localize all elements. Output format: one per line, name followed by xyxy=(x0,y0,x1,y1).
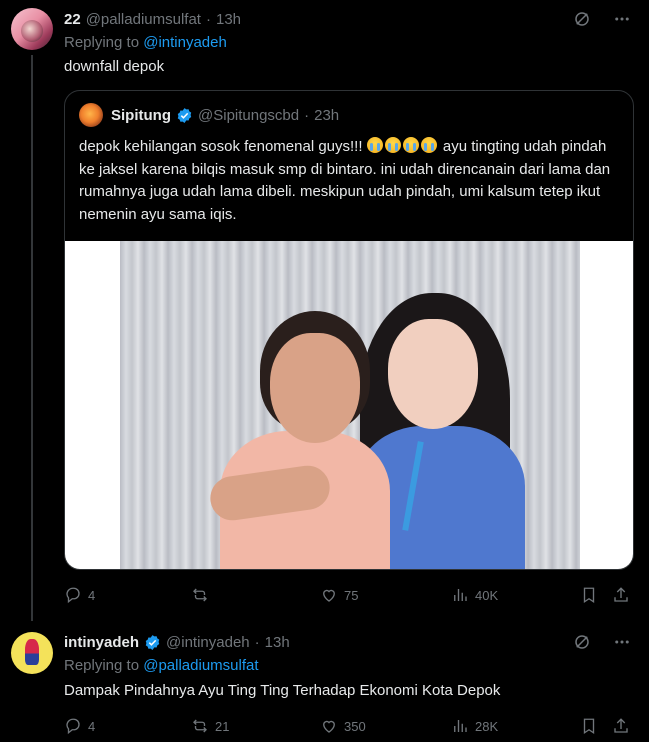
quoted-text-part1: depok kehilangan sosok fenomenal guys!!! xyxy=(79,138,363,155)
replying-to-mention[interactable]: @intinyadeh xyxy=(143,34,227,51)
quoted-tweet[interactable]: Sipitung @Sipitungscbd · 23h depok kehil… xyxy=(64,90,634,570)
grok-icon[interactable] xyxy=(573,633,591,656)
views-count: 40K xyxy=(475,587,499,603)
quoted-timestamp[interactable]: 23h xyxy=(314,107,339,124)
like-button[interactable]: 75 xyxy=(320,585,358,605)
tweet-top-icons xyxy=(573,10,631,33)
reply-count: 4 xyxy=(88,587,96,603)
bookmark-icon xyxy=(583,718,595,735)
reply-icon xyxy=(66,587,80,604)
verified-badge-icon xyxy=(145,634,160,650)
replying-to: Replying to @palladiumsulfat xyxy=(64,657,259,674)
thread-connector-line xyxy=(31,55,33,621)
loudly-crying-face-icon xyxy=(384,137,401,153)
tweet-header: 22 @palladiumsulfat · 13h xyxy=(64,9,241,29)
reply-button[interactable]: 4 xyxy=(64,585,95,605)
share-icon xyxy=(614,587,628,602)
share-button[interactable] xyxy=(612,585,630,605)
quoted-avatar[interactable] xyxy=(79,103,103,127)
replying-to-label: Replying to xyxy=(64,657,140,674)
quoted-header: Sipitung @Sipitungscbd · 23h xyxy=(111,105,339,125)
avatar[interactable] xyxy=(11,8,53,50)
share-icon xyxy=(614,718,628,733)
reply-icon xyxy=(66,718,80,735)
reply-count: 4 xyxy=(88,718,96,734)
tweet-actions: 4 21 350 28K xyxy=(64,716,634,736)
display-name[interactable]: 22 xyxy=(64,11,81,28)
bookmark-button[interactable] xyxy=(580,585,598,605)
repost-icon xyxy=(193,588,207,602)
analytics-icon xyxy=(454,589,467,601)
quoted-photo[interactable] xyxy=(120,241,580,569)
quoted-display-name[interactable]: Sipitung xyxy=(111,107,171,124)
heart-icon xyxy=(323,720,335,733)
repost-count: 21 xyxy=(215,718,230,734)
quoted-handle[interactable]: @Sipitungscbd xyxy=(198,107,299,124)
tweet-text: downfall depok xyxy=(64,58,165,75)
photo-shape xyxy=(388,319,478,429)
repost-button[interactable] xyxy=(191,585,215,605)
quoted-text: depok kehilangan sosok fenomenal guys!!!… xyxy=(79,136,619,226)
tweet-header: intinyadeh @intinyadeh · 13h xyxy=(64,632,290,652)
views-button[interactable]: 40K xyxy=(451,585,498,605)
replying-to-label: Replying to xyxy=(64,34,140,51)
like-count: 350 xyxy=(344,718,366,734)
more-icon[interactable] xyxy=(613,633,631,656)
verified-badge-icon xyxy=(177,107,192,123)
share-button[interactable] xyxy=(612,716,630,736)
quoted-media[interactable] xyxy=(65,241,633,569)
tweet-text: Dampak Pindahnya Ayu Ting Ting Terhadap … xyxy=(64,682,501,699)
replying-to: Replying to @intinyadeh xyxy=(64,34,227,51)
loudly-crying-face-icon xyxy=(366,137,383,153)
display-name[interactable]: intinyadeh xyxy=(64,634,139,651)
separator-dot: · xyxy=(205,10,211,28)
photo-shape xyxy=(270,333,360,443)
separator-dot: · xyxy=(254,633,260,651)
user-handle[interactable]: @intinyadeh xyxy=(166,634,250,651)
reply-button[interactable]: 4 xyxy=(64,716,95,736)
user-handle[interactable]: @palladiumsulfat xyxy=(86,11,201,28)
loudly-crying-face-icon xyxy=(420,137,437,153)
replying-to-mention[interactable]: @palladiumsulfat xyxy=(143,657,258,674)
bookmark-button[interactable] xyxy=(580,716,598,736)
timestamp[interactable]: 13h xyxy=(216,11,241,28)
repost-button[interactable]: 21 xyxy=(191,716,229,736)
analytics-icon xyxy=(454,720,467,732)
like-button[interactable]: 350 xyxy=(320,716,366,736)
separator-dot: · xyxy=(304,106,310,124)
views-button[interactable]: 28K xyxy=(451,716,498,736)
grok-icon[interactable] xyxy=(573,10,591,33)
tweet-top-icons xyxy=(573,633,631,656)
tweet-actions: 4 75 40K xyxy=(64,585,634,605)
avatar[interactable] xyxy=(11,632,53,674)
views-count: 28K xyxy=(475,718,499,734)
more-icon[interactable] xyxy=(613,10,631,33)
like-count: 75 xyxy=(344,587,359,603)
repost-icon xyxy=(193,719,207,733)
loudly-crying-face-icon xyxy=(402,137,419,153)
bookmark-icon xyxy=(583,587,595,604)
heart-icon xyxy=(323,589,335,602)
timestamp[interactable]: 13h xyxy=(265,634,290,651)
